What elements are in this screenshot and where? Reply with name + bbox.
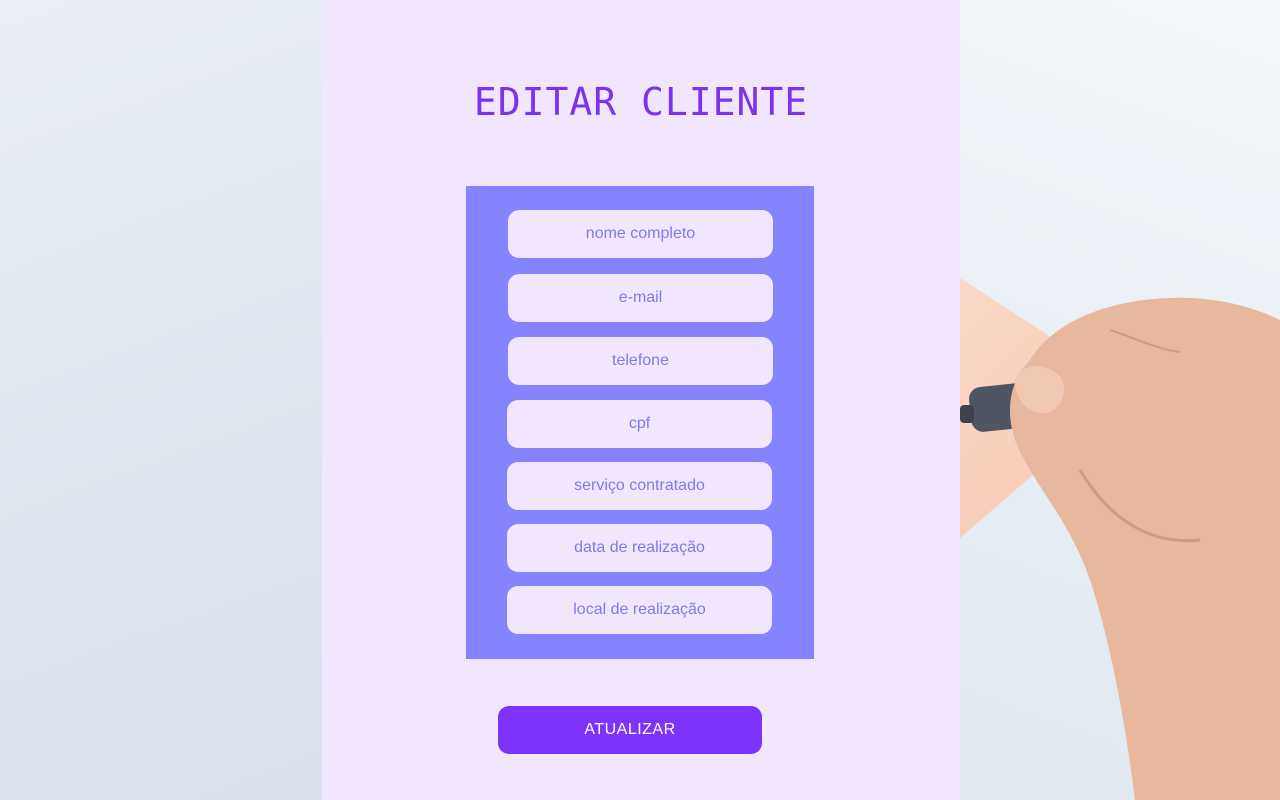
edit-client-panel: EDITAR CLIENTE ATUALIZAR	[322, 0, 960, 800]
date-input[interactable]	[507, 524, 772, 572]
update-button[interactable]: ATUALIZAR	[498, 706, 762, 754]
full-name-input[interactable]	[508, 210, 773, 258]
hand-with-pen-image	[960, 297, 1280, 800]
client-form	[466, 186, 814, 659]
location-input[interactable]	[507, 586, 772, 634]
background-left	[0, 0, 322, 800]
email-input[interactable]	[508, 274, 773, 322]
phone-input[interactable]	[508, 337, 773, 385]
page-title: EDITAR CLIENTE	[473, 80, 809, 124]
service-input[interactable]	[507, 462, 772, 510]
background-right	[960, 0, 1280, 800]
cpf-input[interactable]	[507, 400, 772, 448]
